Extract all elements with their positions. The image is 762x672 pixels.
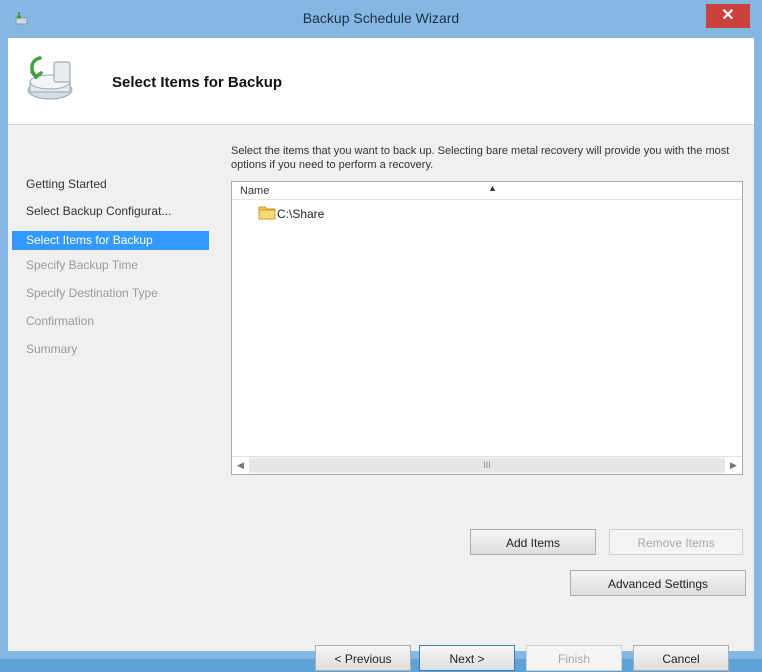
nav-step-confirmation: Confirmation bbox=[26, 314, 95, 328]
client-area: Select Items for Backup Getting Started … bbox=[8, 38, 754, 671]
wizard-header: Select Items for Backup bbox=[8, 38, 754, 125]
advanced-settings-button[interactable]: Advanced Settings bbox=[570, 570, 746, 596]
nav-step-specify-backup-time: Specify Backup Time bbox=[26, 258, 139, 272]
remove-items-button[interactable]: Remove Items bbox=[609, 529, 743, 555]
nav-step-getting-started[interactable]: Getting Started bbox=[12, 175, 209, 194]
nav-step-specify-destination-type: Specify Destination Type bbox=[26, 286, 158, 300]
folder-icon bbox=[258, 206, 276, 220]
window-title: Backup Schedule Wizard bbox=[302, 10, 460, 26]
wizard-steps-nav: Getting Started Select Backup Configurat… bbox=[8, 125, 213, 651]
sort-ascending-icon: ▲ bbox=[488, 183, 497, 193]
next-button[interactable]: Next > bbox=[419, 645, 515, 671]
nav-step-select-items[interactable]: Select Items for Backup bbox=[12, 231, 209, 250]
close-icon: ✕ bbox=[721, 7, 735, 24]
scroll-left-icon[interactable]: ◀ bbox=[232, 457, 249, 474]
wizard-content: Select the items that you want to back u… bbox=[213, 125, 754, 671]
list-item-label: C:\Share bbox=[277, 207, 325, 221]
nav-step-select-backup-configuration[interactable]: Select Backup Configurat... bbox=[12, 202, 209, 221]
add-items-button[interactable]: Add Items bbox=[470, 529, 596, 555]
wizard-window: Backup Schedule Wizard ✕ Select Items fo… bbox=[0, 0, 762, 671]
finish-button[interactable]: Finish bbox=[526, 645, 622, 671]
horizontal-scrollbar[interactable]: ◀ III ▶ bbox=[232, 456, 742, 474]
previous-button[interactable]: < Previous bbox=[315, 645, 411, 671]
description-text: Select the items that you want to back u… bbox=[231, 145, 730, 171]
scroll-right-icon[interactable]: ▶ bbox=[725, 457, 742, 474]
column-header-name[interactable]: Name ▲ bbox=[232, 182, 742, 200]
column-name-label: Name bbox=[240, 185, 270, 197]
scroll-thumb[interactable]: III bbox=[249, 459, 725, 472]
title-bar[interactable]: Backup Schedule Wizard ✕ bbox=[0, 0, 762, 38]
close-button[interactable]: ✕ bbox=[706, 4, 750, 28]
backup-wizard-icon bbox=[27, 56, 73, 100]
backup-items-list[interactable]: Name ▲ C:\Share ◀ III ▶ bbox=[231, 181, 743, 475]
nav-step-summary: Summary bbox=[26, 342, 78, 356]
page-title: Select Items for Backup bbox=[112, 74, 283, 91]
cancel-button[interactable]: Cancel bbox=[633, 645, 729, 671]
